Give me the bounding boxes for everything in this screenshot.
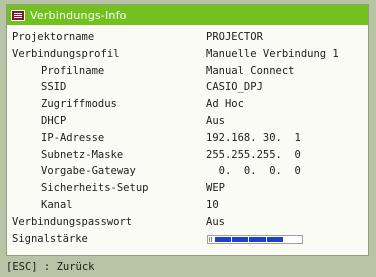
title-bar: Verbindungs-Info (7, 5, 368, 25)
info-row: Verbindungsprofil Manuelle Verbindung 1 (7, 46, 368, 63)
info-row: Projektorname PROJECTOR (7, 29, 368, 46)
info-value: PROJECTOR (206, 31, 263, 43)
info-value: 192.168. 30. 1 (206, 131, 301, 144)
info-row: IP-Adresse 192.168. 30. 1 (7, 130, 368, 147)
info-row: Sicherheits-Setup WEP (7, 180, 368, 197)
window-title: Verbindungs-Info (30, 8, 127, 22)
info-row: Subnetz-Maske 255.255.255. 0 (7, 147, 368, 164)
signal-meter-segment (283, 236, 301, 242)
info-value: Aus (206, 215, 225, 228)
info-value: Aus (206, 114, 225, 127)
info-label: Zugriffmodus (41, 98, 117, 111)
info-row: SSID CASIO_DPJ (7, 79, 368, 96)
signal-strength-row: Signalstärke (7, 231, 368, 248)
info-list-icon (11, 9, 25, 21)
info-label: Sicherheits-Setup (41, 182, 149, 195)
info-rows: Projektorname PROJECTOR Verbindungsprofil M… (7, 29, 368, 247)
info-row: Kanal 10 (7, 197, 368, 214)
esc-back-hint: [ESC] : Zurück (6, 261, 95, 273)
info-label: Kanal (41, 198, 73, 211)
info-row: Zugriffmodus Ad Hoc (7, 96, 368, 113)
info-row: DHCP Aus (7, 113, 368, 130)
info-label: Subnetz-Maske (41, 148, 124, 161)
info-label: Projektorname (12, 31, 95, 43)
info-value: 0. 0. 0. 0 (206, 165, 301, 178)
info-label: IP-Adresse (41, 131, 105, 144)
info-value: 255.255.255. 0 (206, 148, 301, 161)
info-value: Manual Connect (206, 64, 295, 77)
info-row: Vorgabe-Gateway 0. 0. 0. 0 (7, 163, 368, 180)
info-label: Verbindungspasswort (12, 215, 133, 228)
signal-meter-start-mark (209, 236, 212, 242)
info-value: WEP (206, 182, 225, 195)
info-label: Profilname (41, 64, 105, 77)
signal-meter-segment (249, 236, 266, 242)
projector-osd-screen: Verbindungs-Info Projektorname PROJECTOR V… (0, 0, 376, 277)
info-value: CASIO_DPJ (206, 81, 263, 94)
info-label: Verbindungsprofil (12, 47, 120, 60)
info-row: Verbindungspasswort Aus (7, 214, 368, 231)
signal-meter-segment (214, 236, 232, 242)
signal-meter-segment (266, 236, 283, 242)
connection-info-panel: Verbindungs-Info Projektorname PROJECTOR V… (6, 4, 369, 256)
signal-meter-segment (232, 236, 249, 242)
info-value: Manuelle Verbindung 1 (206, 47, 339, 60)
info-label: SSID (41, 81, 67, 94)
signal-strength-meter (207, 234, 303, 244)
info-value: 10 (206, 198, 219, 211)
info-value: Ad Hoc (206, 98, 244, 111)
info-label: Vorgabe-Gateway (41, 165, 136, 178)
signal-strength-label: Signalstärke (12, 232, 88, 245)
info-label: DHCP (41, 114, 67, 127)
info-row: Profilname Manual Connect (7, 63, 368, 80)
